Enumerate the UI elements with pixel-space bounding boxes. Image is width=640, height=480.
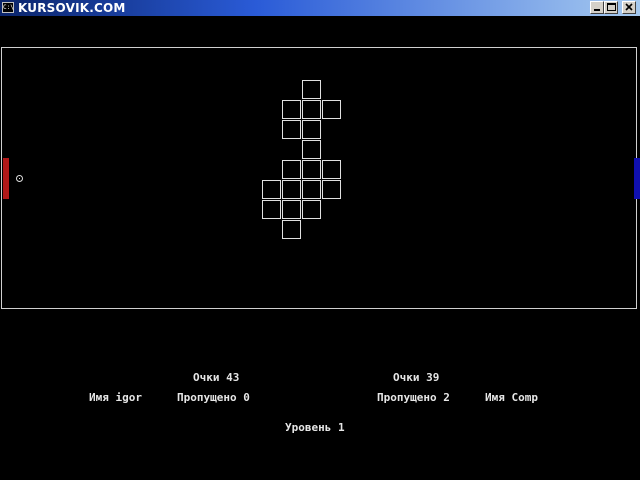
maximize-button[interactable] [604, 1, 618, 14]
brick [282, 180, 301, 199]
brick [302, 80, 321, 99]
minimize-button[interactable] [590, 1, 604, 14]
brick [282, 120, 301, 139]
brick [262, 200, 281, 219]
brick [302, 160, 321, 179]
close-icon [625, 3, 633, 11]
computer-score: Очки 39 [393, 371, 440, 384]
computer-name: Имя Comp [485, 391, 538, 404]
close-button[interactable] [622, 1, 636, 14]
window-title: KURSOVIK.COM [18, 1, 126, 15]
brick [322, 100, 341, 119]
brick [282, 220, 301, 239]
player-missed: Пропущено 0 [177, 391, 250, 404]
brick [282, 160, 301, 179]
brick [262, 180, 281, 199]
brick [282, 200, 301, 219]
brick [322, 160, 341, 179]
computer-paddle [634, 158, 640, 199]
brick [302, 120, 321, 139]
brick [302, 140, 321, 159]
title-bar[interactable]: C:\ KURSOVIK.COM [0, 0, 640, 16]
ball [16, 175, 23, 182]
computer-missed: Пропущено 2 [377, 391, 450, 404]
brick [302, 200, 321, 219]
maximize-icon [607, 3, 616, 11]
brick [282, 100, 301, 119]
brick [302, 180, 321, 199]
level-indicator: Уровень 1 [285, 421, 345, 434]
brick [302, 100, 321, 119]
player-score: Очки 43 [193, 371, 240, 384]
brick [322, 180, 341, 199]
player-name: Имя igor [89, 391, 142, 404]
console-icon[interactable]: C:\ [2, 2, 14, 13]
minimize-icon [594, 9, 600, 11]
player-paddle[interactable] [3, 158, 9, 199]
